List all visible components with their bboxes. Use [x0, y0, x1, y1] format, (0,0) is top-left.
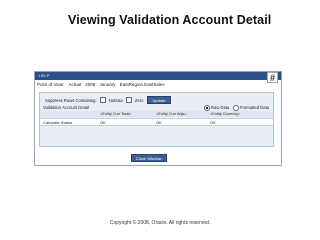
table-title: Validation Account Detail [43, 105, 90, 110]
column-header: <Entity Curr Adjs> [156, 111, 187, 116]
nodata-checkbox[interactable] [99, 97, 106, 103]
copyright-text: Copyright © 2008, Oracle. All rights res… [109, 220, 211, 226]
formatted-data-radio[interactable] [233, 104, 239, 111]
formatted-data-option[interactable]: Formatted Data [233, 104, 270, 111]
column-header: <Entity Curr Total> [100, 111, 132, 116]
update-button[interactable]: Update [146, 96, 172, 104]
formatted-data-label: Formatted Data [240, 105, 270, 110]
column-header-row: <Entity Curr Total> <Entity Curr Adjs> <… [40, 111, 273, 117]
table-cell: OK [210, 119, 216, 125]
raw-data-option[interactable]: Raw Data [204, 104, 230, 111]
pov-label: Point of View: [37, 82, 65, 87]
row-label: Calculate Status [43, 119, 73, 125]
zero-checkbox[interactable] [125, 97, 132, 103]
table-header-bar: Validation Account Detail Raw Data Forma… [40, 104, 273, 111]
pov-scenario[interactable]: Actual [68, 82, 81, 87]
suppress-row: Suppress Rows Containing: NoData Zero Up… [45, 96, 172, 104]
pov-period[interactable]: January [100, 82, 116, 87]
help-link[interactable]: HELP [39, 72, 49, 80]
raw-data-label: Raw Data [211, 105, 230, 110]
detail-panel: Suppress Rows Containing: NoData Zero Up… [39, 92, 274, 147]
table-row: Calculate Status OK OK OK [40, 118, 273, 126]
close-window-button[interactable]: Close Window [131, 154, 167, 162]
validation-window: HELP # Point of View: Actual 2008 Januar… [34, 71, 282, 166]
window-topbar: HELP [35, 72, 281, 80]
nodata-label: NoData [108, 97, 123, 103]
column-header: <Entity Currency> [210, 111, 241, 116]
pov-year[interactable]: 2008 [85, 82, 95, 87]
point-of-view-bar: Point of View: Actual 2008 January EastR… [37, 82, 168, 87]
suppress-label: Suppress Rows Containing: [45, 97, 97, 103]
zero-label: Zero [134, 97, 144, 103]
table-cell: OK [100, 119, 106, 125]
slide-title: Viewing Validation Account Detail [68, 13, 272, 27]
raw-data-radio[interactable] [204, 104, 210, 111]
table-cell: OK [156, 119, 162, 125]
pov-entity[interactable]: EastRegion.EastSales [120, 82, 165, 87]
hash-grid-icon[interactable]: # [267, 72, 278, 83]
